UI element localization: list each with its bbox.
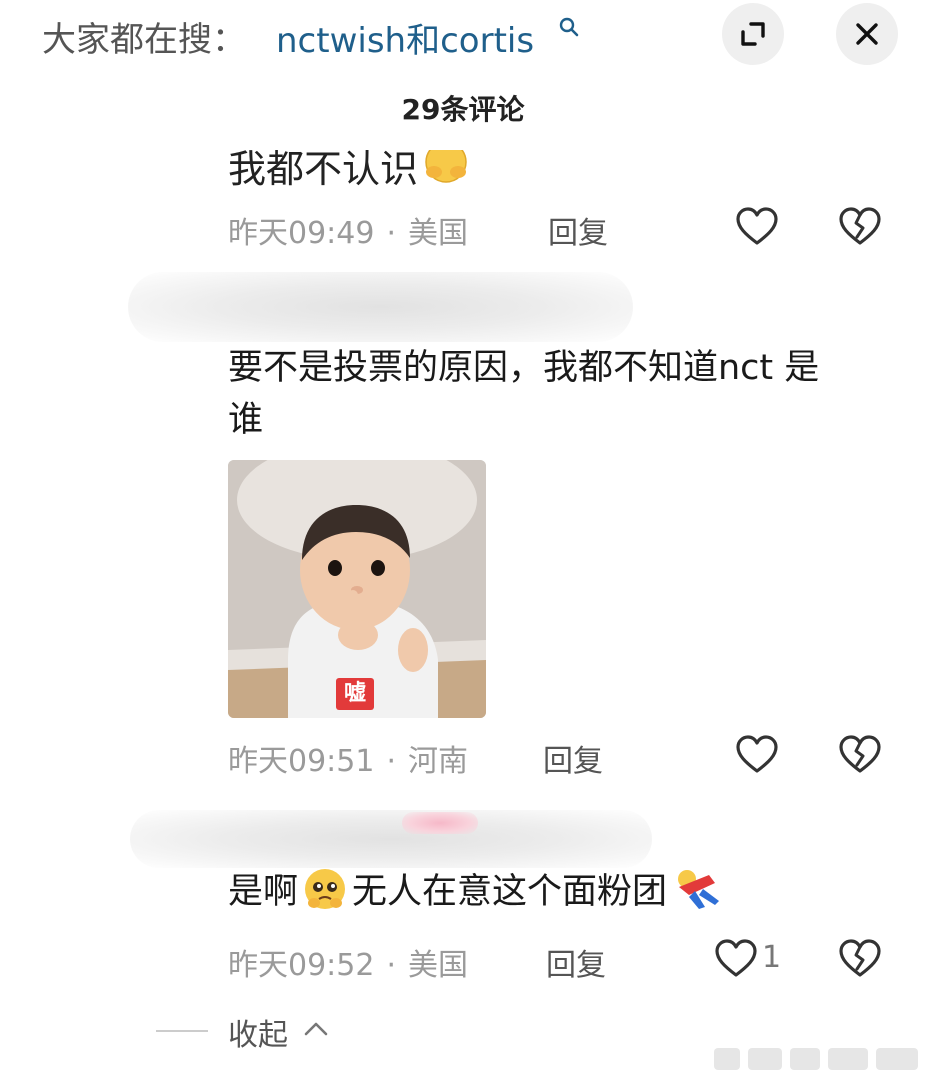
comment-location: 美国 [408, 216, 469, 251]
watermark-graphic [714, 1048, 918, 1070]
broken-heart-icon[interactable] [838, 938, 882, 978]
blurred-username [130, 810, 652, 868]
meta-separator: · [386, 216, 397, 251]
search-suggestion-link[interactable]: nctwish和cortis [276, 13, 534, 62]
comment-text: 要不是投票的原因，我都不知道nct 是 谁 [228, 348, 820, 440]
comment-location: 河南 [408, 744, 469, 779]
expand-button[interactable] [722, 3, 784, 65]
heart-outline-icon[interactable] [714, 938, 758, 978]
blurred-badge [402, 812, 478, 834]
comment-meta: 昨天09:51 · 河南 [228, 736, 468, 780]
close-button[interactable] [836, 3, 898, 65]
expand-icon [741, 22, 765, 46]
comment-text-truncated: 我都不认识 [228, 150, 528, 186]
like-count: 1 [762, 940, 782, 975]
reply-button[interactable]: 回复 [548, 208, 608, 252]
comment-time: 昨天09:49 [228, 216, 375, 251]
chevron-up-icon[interactable] [302, 1018, 330, 1038]
meta-separator: · [386, 744, 397, 779]
comment-meta: 昨天09:52 · 美国 [228, 940, 468, 984]
search-icon[interactable] [558, 16, 580, 38]
sticker-label: 嘘 [336, 678, 374, 710]
broken-heart-icon[interactable] [838, 206, 882, 246]
sticker-image[interactable]: 嘘 [228, 460, 486, 718]
close-icon [856, 23, 878, 45]
heart-outline-icon[interactable] [735, 206, 779, 246]
pleading-face-emoji-icon [305, 869, 346, 909]
comment-meta: 昨天09:49 · 美国 [228, 208, 468, 252]
reply-button[interactable]: 回复 [543, 736, 603, 780]
heart-outline-icon[interactable] [735, 734, 779, 774]
collapse-divider [156, 1030, 208, 1032]
comment-time: 昨天09:52 [228, 948, 375, 983]
collapse-replies-button[interactable]: 收起 [228, 1010, 288, 1054]
falling-figure-emoji-icon [678, 870, 720, 909]
comment-count-title: 29条评论 [401, 93, 525, 126]
blurred-username [128, 272, 633, 342]
top-bar: 大家都在搜： nctwish和cortis [0, 0, 926, 70]
comment-text: 是啊 无人在意这个面粉团 [228, 866, 725, 918]
broken-heart-icon[interactable] [838, 734, 882, 774]
meta-separator: · [386, 948, 397, 983]
search-suggestion-prefix: 大家都在搜： [42, 20, 246, 60]
comment-location: 美国 [408, 948, 469, 983]
emoji-icon [425, 150, 467, 183]
comment-time: 昨天09:51 [228, 744, 375, 779]
reply-button[interactable]: 回复 [546, 940, 606, 984]
